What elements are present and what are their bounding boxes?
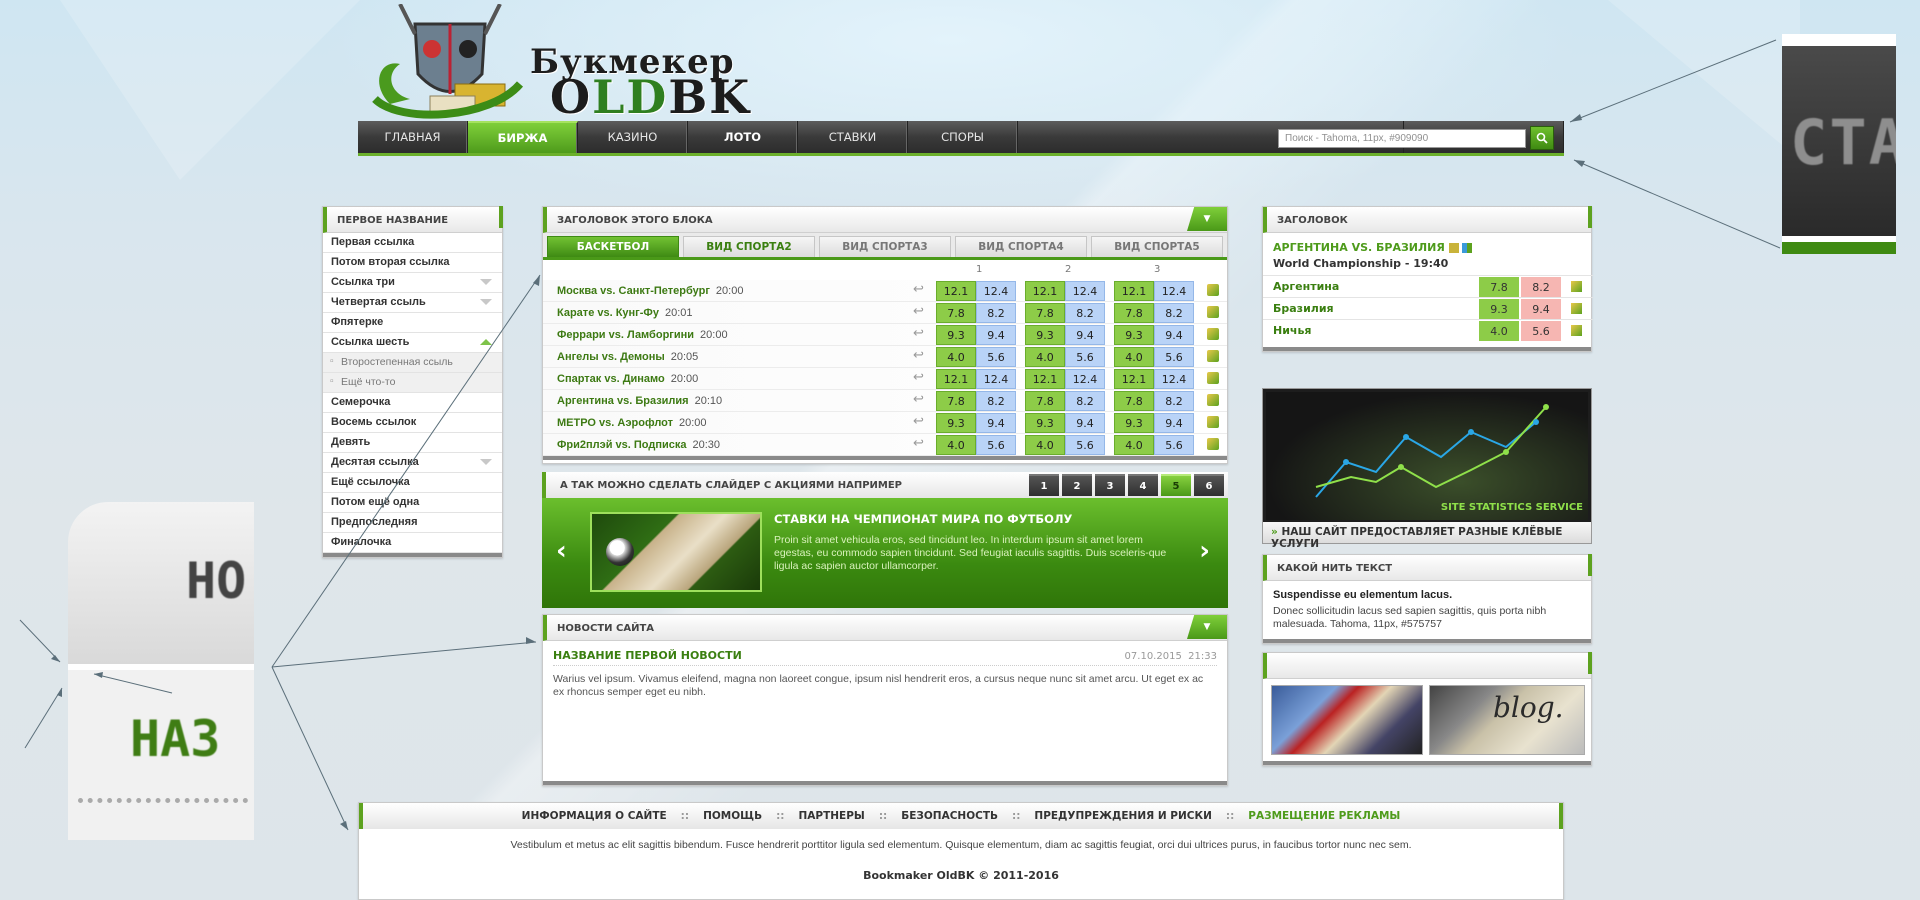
- annotation-arrows: [19, 39, 1781, 831]
